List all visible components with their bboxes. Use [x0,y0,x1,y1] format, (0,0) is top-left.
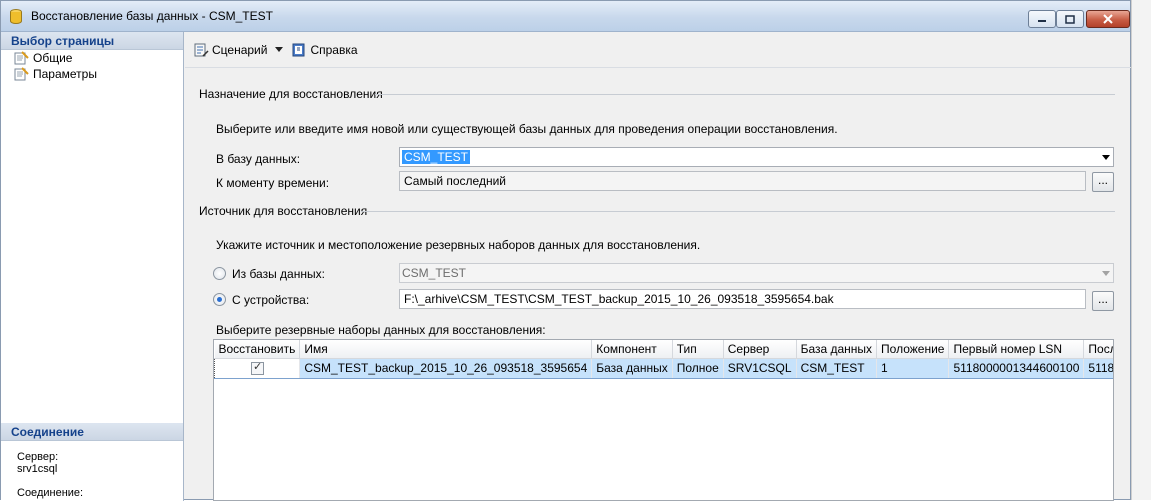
minimize-button[interactable] [1028,10,1056,28]
toolbar: Сценарий Справка [185,35,1131,65]
point-in-time-label: К моменту времени: [216,176,330,190]
from-database-radio[interactable] [213,267,226,280]
database-cell: CSM_TEST [796,357,878,379]
server-value: srv1csql [17,463,58,475]
help-book-icon [292,43,305,57]
help-label: Справка [310,43,358,57]
destination-section-title: Назначение для восстановления [199,87,383,101]
script-icon [194,43,209,57]
column-header-component[interactable]: Компонент [591,340,673,359]
close-icon [1103,14,1113,24]
column-header-name[interactable]: Имя [299,340,593,359]
name-cell: CSM_TEST_backup_2015_10_26_093518_359565… [299,357,593,379]
from-device-label[interactable]: С устройства: [232,293,309,307]
script-button[interactable]: Сценарий [193,42,267,58]
backup-sets-grid[interactable]: Восстановить Имя Компонент Тип Сервер Ба… [213,339,1114,501]
connection-header: Соединение [1,423,183,441]
column-header-last-lsn[interactable]: Последн [1083,340,1113,359]
destination-hint: Выберите или введите имя новой или сущес… [216,122,838,136]
content-area: Назначение для восстановления Выберите и… [185,68,1131,501]
to-database-combo[interactable]: CSM_TEST [399,147,1114,167]
page-icon [14,51,29,65]
script-label: Сценарий [212,43,268,57]
section-divider [375,94,1115,95]
page-item-label: Параметры [33,67,97,81]
page-item-general[interactable]: Общие [1,50,183,66]
column-header-first-lsn[interactable]: Первый номер LSN [948,340,1085,359]
select-page-header: Выбор страницы [1,32,183,50]
table-row[interactable]: CSM_TEST_backup_2015_10_26_093518_359565… [214,357,1113,379]
server-label: Сервер: [17,451,59,463]
grid-header-row: Восстановить Имя Компонент Тип Сервер Ба… [214,340,1113,359]
restore-cell[interactable] [214,357,301,379]
from-device-browse-button[interactable]: ... [1092,291,1114,311]
backup-sets-label: Выберите резервные наборы данных для вос… [216,323,546,337]
first-lsn-cell: 5118000001344600100 [948,357,1085,379]
to-database-value: CSM_TEST [402,150,471,164]
left-pane: Выбор страницы Общие Параметры Соединени… [1,32,184,501]
script-dropdown-button[interactable] [275,47,284,53]
page-item-label: Общие [33,51,73,65]
to-database-label: В базу данных: [216,152,301,166]
component-cell: База данных [591,357,673,379]
desktop-background [1131,0,1151,500]
server-cell: SRV1CSQL [723,357,797,379]
section-divider [361,211,1115,212]
connection-label: Соединение: [17,487,84,499]
maximize-icon [1065,14,1075,24]
last-lsn-cell: 5118000 [1083,357,1113,379]
minimize-icon [1038,20,1046,22]
type-cell: Полное [672,357,724,379]
point-in-time-field[interactable]: Самый последний [399,171,1086,191]
maximize-button[interactable] [1056,10,1084,28]
column-header-position[interactable]: Положение [876,340,950,359]
source-hint: Укажите источник и местоположение резерв… [216,238,701,252]
title-bar[interactable]: Восстановление базы данных - CSM_TEST [1,1,1130,32]
from-database-label[interactable]: Из базы данных: [232,267,325,281]
column-header-restore[interactable]: Восстановить [214,340,301,359]
database-icon [10,9,22,24]
point-in-time-browse-button[interactable]: ... [1092,172,1114,192]
help-button[interactable]: Справка [291,42,358,58]
backup-sets-table: Восстановить Имя Компонент Тип Сервер Ба… [214,340,1113,379]
column-header-type[interactable]: Тип [672,340,724,359]
page-icon [14,67,29,81]
from-database-value: CSM_TEST [402,266,467,280]
from-device-radio[interactable] [213,293,226,306]
source-section-title: Источник для восстановления [199,204,368,218]
close-button[interactable] [1086,10,1130,28]
column-header-database[interactable]: База данных [796,340,878,359]
from-device-field[interactable]: F:\_arhive\CSM_TEST\CSM_TEST_backup_2015… [399,289,1086,309]
from-database-combo[interactable]: CSM_TEST [399,263,1114,283]
chevron-down-icon [1102,271,1110,276]
restore-checkbox[interactable] [251,360,264,376]
chevron-down-icon[interactable] [1102,155,1110,160]
restore-database-window: Восстановление базы данных - CSM_TEST Вы… [0,0,1131,501]
page-item-options[interactable]: Параметры [1,66,183,82]
window-title: Восстановление базы данных - CSM_TEST [31,9,273,23]
chevron-down-icon [275,47,284,52]
position-cell: 1 [876,357,950,379]
column-header-server[interactable]: Сервер [723,340,797,359]
